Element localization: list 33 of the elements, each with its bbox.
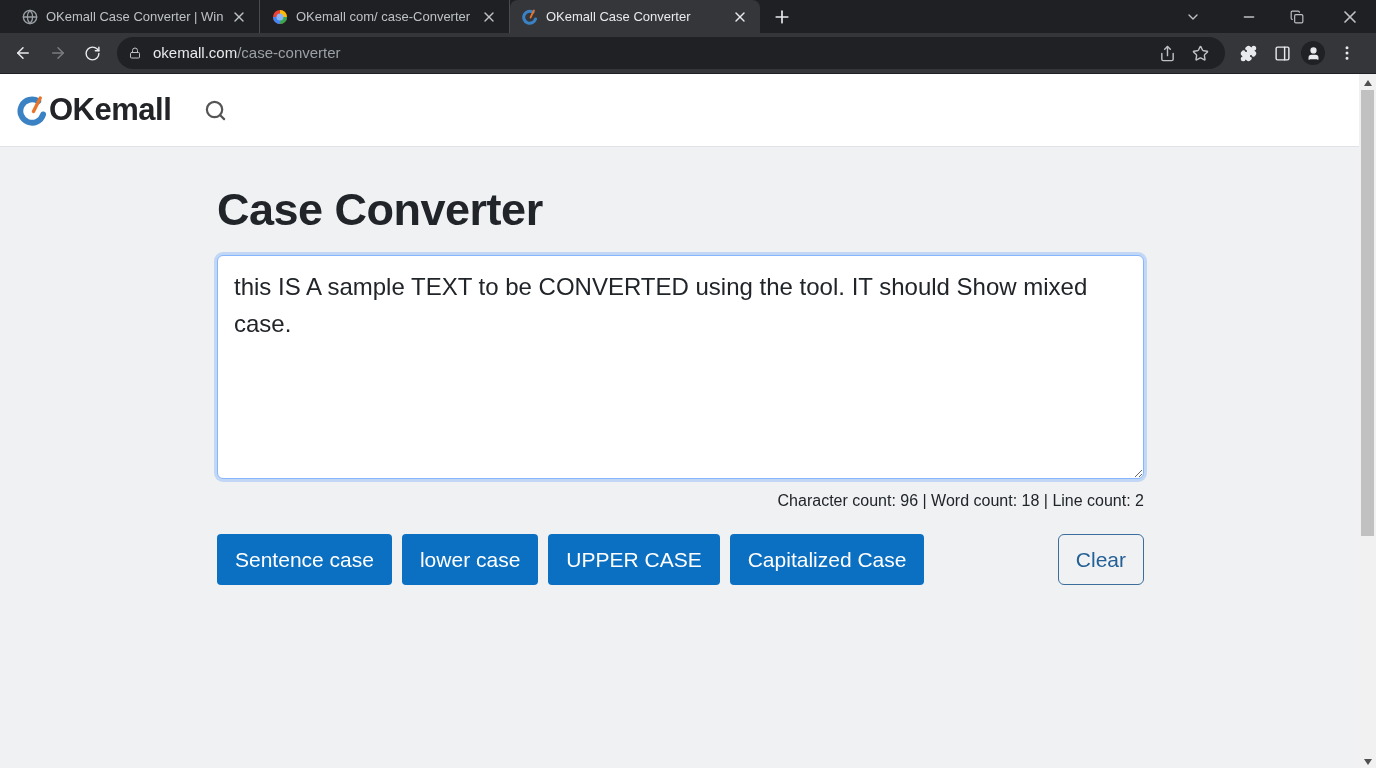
side-panel-icon[interactable]	[1274, 44, 1291, 62]
convert-button[interactable]: Capitalized Case	[729, 534, 925, 585]
convert-button[interactable]: lower case	[401, 534, 539, 585]
text-input[interactable]: this IS A sample TEXT to be CONVERTED using the tool. IT should Show mixed case.	[217, 255, 1144, 479]
address-bar[interactable]: okemall.com/case-converter	[117, 37, 1225, 69]
extensions-icon[interactable]	[1240, 44, 1257, 62]
tab-title: OKemall Case Converter | Win	[46, 7, 223, 26]
scroll-up-arrow-icon[interactable]	[1363, 80, 1372, 86]
share-icon[interactable]	[1159, 44, 1176, 62]
scroll-down-arrow-icon[interactable]	[1363, 759, 1372, 765]
tab-title: OKemall com/ case-Converter	[296, 7, 472, 26]
reload-icon[interactable]	[84, 44, 101, 62]
convert-button[interactable]: Sentence case	[217, 534, 392, 585]
restore-icon[interactable]	[1290, 9, 1304, 24]
convert-button[interactable]: UPPER CASE	[548, 534, 720, 585]
logo-icon	[17, 94, 48, 126]
page-title: Case Converter	[217, 183, 544, 237]
tab-title: OKemall Case Converter	[546, 7, 692, 26]
browser-tab[interactable]: OKemall Case Converter	[510, 0, 760, 33]
search-icon[interactable]	[204, 98, 228, 122]
url-domain: okemall.com	[153, 43, 238, 61]
globe-icon	[22, 8, 38, 25]
logo-text[interactable]: OKemall	[49, 86, 172, 134]
back-icon[interactable]	[14, 44, 32, 62]
counts-text: Character count: 96 | Word count: 18 | Line count: 2	[777, 491, 1144, 511]
url-path: /case-converter	[237, 43, 341, 61]
logo-icon	[522, 8, 538, 25]
lock-icon	[129, 47, 141, 59]
clear-button[interactable]: Clear	[1057, 534, 1144, 585]
scrollbar-thumb[interactable]	[1361, 90, 1374, 536]
profile-icon[interactable]	[1301, 41, 1325, 65]
star-icon[interactable]	[1192, 44, 1209, 62]
colorful-ring-icon	[272, 8, 288, 25]
